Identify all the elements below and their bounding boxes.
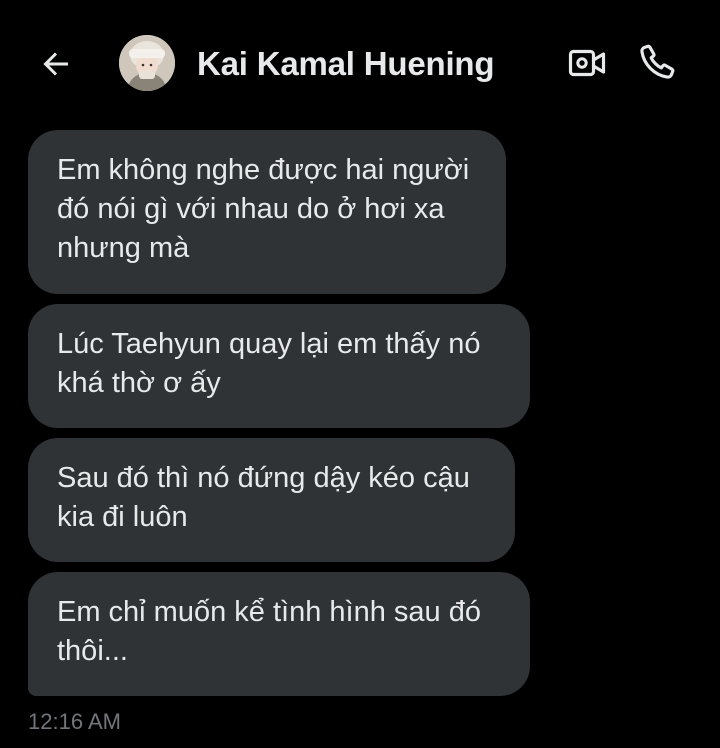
- message-bubble[interactable]: Em không nghe được hai người đó nói gì v…: [28, 130, 506, 294]
- message-bubble[interactable]: Sau đó thì nó đứng dậy kéo cậu kia đi lu…: [28, 438, 515, 562]
- contact-name[interactable]: Kai Kamal Huening: [197, 44, 495, 84]
- arrow-left-icon: [43, 52, 68, 76]
- avatar-image: [119, 35, 175, 91]
- video-camera-icon: [568, 49, 606, 77]
- voice-call-button[interactable]: [636, 41, 678, 83]
- avatar[interactable]: [119, 35, 175, 91]
- message-timestamp: 12:16 AM: [28, 709, 121, 734]
- message-bubble[interactable]: Em chỉ muốn kể tình hình sau đó thôi...: [28, 572, 530, 696]
- conversation-header: Kai Kamal Huening: [0, 0, 720, 120]
- message-bubble[interactable]: Lúc Taehyun quay lại em thấy nó khá thờ …: [28, 304, 530, 428]
- phone-icon: [640, 44, 675, 79]
- back-button[interactable]: [36, 44, 76, 84]
- video-call-button[interactable]: [565, 43, 609, 83]
